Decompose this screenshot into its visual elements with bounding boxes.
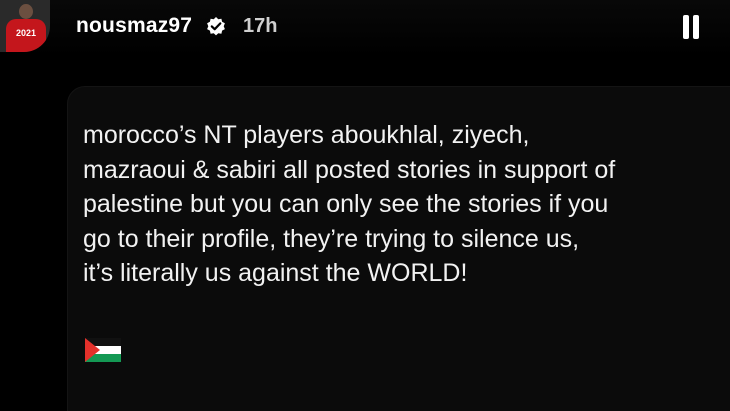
- story-viewer: 2021 nousmaz97 17h morocco’s NT players …: [0, 0, 730, 411]
- post-time: 17h: [243, 15, 278, 37]
- avatar-shirt-text: 2021: [15, 28, 37, 38]
- pause-button[interactable]: [676, 10, 706, 44]
- username[interactable]: nousmaz97: [76, 14, 192, 38]
- pause-icon-bar: [693, 15, 699, 39]
- post-text-line: it’s literally us against the WORLD!: [83, 259, 468, 287]
- avatar-head: [19, 4, 33, 19]
- verified-badge-icon: [207, 17, 225, 36]
- post-text-line: go to their profile, they’re trying to s…: [83, 224, 580, 253]
- palestine-flag-emoji: [85, 338, 121, 362]
- post-text-line: morocco’s NT players aboukhlal, ziyech,: [83, 121, 530, 149]
- post-text: morocco’s NT players aboukhlal, ziyech, …: [83, 118, 730, 291]
- avatar[interactable]: 2021: [0, 0, 50, 52]
- pause-icon: [683, 15, 689, 39]
- story-header: 2021 nousmaz97 17h: [0, 0, 730, 56]
- post-text-line: palestine but you can only see the stori…: [83, 190, 609, 218]
- post-text-line: mazraoui & sabiri all posted stories in …: [83, 155, 616, 184]
